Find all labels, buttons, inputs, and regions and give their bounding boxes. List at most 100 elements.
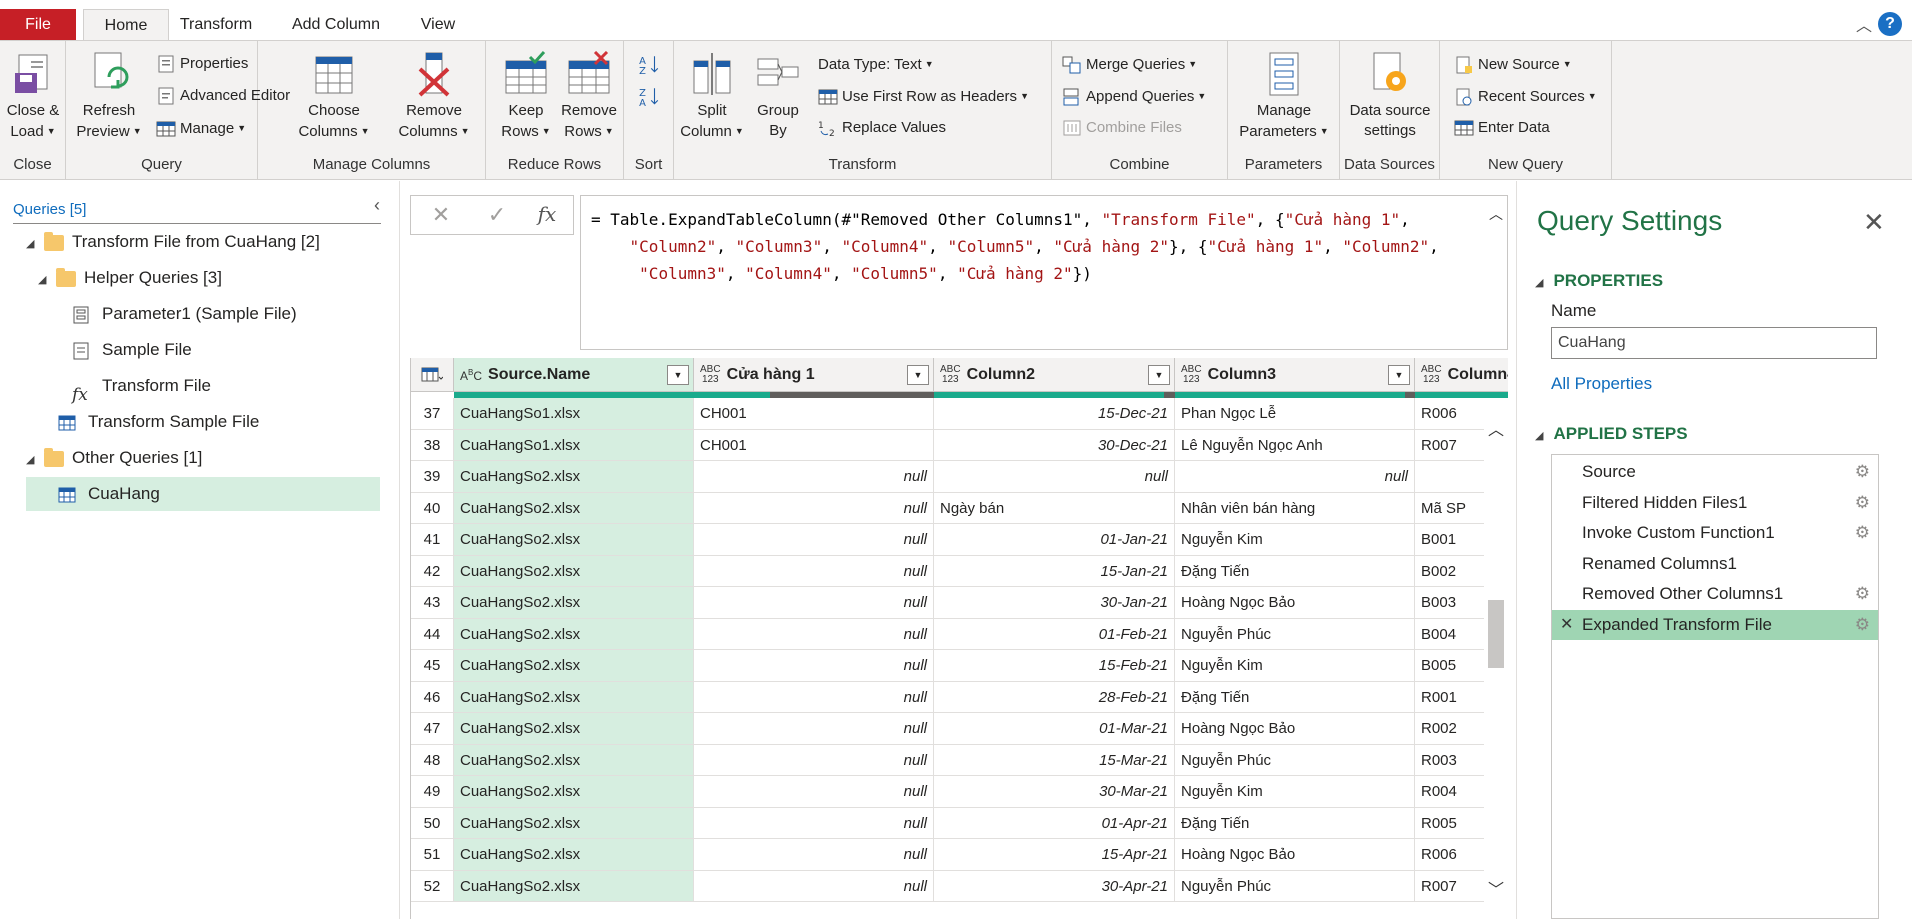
cell-cua-hang-1[interactable]: null (694, 587, 934, 619)
cell-source-name[interactable]: CuaHangSo1.xlsx (454, 429, 694, 461)
cell-source-name[interactable]: CuaHangSo2.xlsx (454, 524, 694, 556)
row-number[interactable]: 48 (411, 744, 454, 776)
row-number[interactable]: 47 (411, 713, 454, 745)
cell-source-name[interactable]: CuaHangSo2.xlsx (454, 618, 694, 650)
cell-source-name[interactable]: CuaHangSo2.xlsx (454, 681, 694, 713)
applied-step[interactable]: ✕ Expanded Transform File ⚙ (1552, 609, 1878, 640)
delete-step-icon[interactable]: ✕ (1560, 610, 1573, 640)
cell-column2[interactable]: 28-Feb-21 (934, 681, 1175, 713)
cell-cua-hang-1[interactable]: CH001 (694, 429, 934, 461)
gear-icon[interactable]: ⚙ (1855, 488, 1870, 518)
use-first-row-as-headers-button[interactable]: Use First Row as Headers ▼ (818, 83, 1029, 109)
formula-editor[interactable]: = Table.ExpandTableColumn(#"Removed Othe… (580, 195, 1508, 350)
row-number[interactable]: 46 (411, 681, 454, 713)
cell-cua-hang-1[interactable]: null (694, 807, 934, 839)
applied-step[interactable]: Renamed Columns1 (1552, 549, 1878, 579)
enter-data-button[interactable]: Enter Data (1454, 115, 1550, 141)
column-filter-dropdown[interactable]: ▼ (907, 365, 929, 385)
query-transform-file[interactable]: fx Transform File (72, 369, 211, 405)
tab-home[interactable]: Home (83, 9, 169, 40)
new-source-button[interactable]: New Source ▼ (1454, 51, 1572, 77)
close-load-button[interactable]: Close & Load ▼ (4, 51, 62, 142)
expand-triangle-icon[interactable]: ◢ (26, 227, 40, 261)
cell-cua-hang-1[interactable]: null (694, 524, 934, 556)
cell-column2[interactable]: 15-Apr-21 (934, 839, 1175, 871)
recent-sources-button[interactable]: Recent Sources ▼ (1454, 83, 1597, 109)
gear-icon[interactable]: ⚙ (1855, 610, 1870, 640)
cell-column3[interactable]: Hoàng Ngọc Bảo (1175, 713, 1415, 745)
row-number[interactable]: 43 (411, 587, 454, 619)
cell-cua-hang-1[interactable]: null (694, 776, 934, 808)
query-transform-sample-file[interactable]: Transform Sample File (58, 405, 259, 439)
cell-source-name[interactable]: CuaHangSo2.xlsx (454, 744, 694, 776)
applied-step[interactable]: Invoke Custom Function1 ⚙ (1552, 518, 1878, 548)
cell-column3[interactable]: Đặng Tiến (1175, 681, 1415, 713)
cell-column2[interactable]: 01-Jan-21 (934, 524, 1175, 556)
cell-cua-hang-1[interactable]: null (694, 681, 934, 713)
cell-source-name[interactable]: CuaHangSo2.xlsx (454, 650, 694, 682)
cell-column3[interactable]: Nguyễn Phúc (1175, 744, 1415, 776)
cell-cua-hang-1[interactable]: null (694, 555, 934, 587)
row-number[interactable]: 50 (411, 807, 454, 839)
cell-column2[interactable]: 30-Jan-21 (934, 587, 1175, 619)
query-group-helper-queries[interactable]: ◢ Helper Queries [3] (38, 261, 222, 295)
row-number[interactable]: 38 (411, 429, 454, 461)
query-name-input[interactable] (1551, 327, 1877, 359)
gear-icon[interactable]: ⚙ (1855, 457, 1870, 487)
cell-source-name[interactable]: CuaHangSo2.xlsx (454, 555, 694, 587)
cell-cua-hang-1[interactable]: null (694, 713, 934, 745)
row-number[interactable]: 37 (411, 398, 454, 430)
row-number[interactable]: 41 (411, 524, 454, 556)
all-properties-link[interactable]: All Properties (1551, 374, 1652, 394)
cell-column2[interactable]: Ngày bán (934, 492, 1175, 524)
expand-triangle-icon[interactable]: ◢ (38, 263, 52, 297)
query-cuahang[interactable]: CuaHang (26, 477, 380, 511)
keep-rows-button[interactable]: Keep Rows ▼ (498, 51, 554, 142)
query-group-other-queries[interactable]: ◢ Other Queries [1] (26, 441, 202, 475)
scroll-up-icon[interactable]: ︿ (1488, 416, 1504, 440)
cell-column2[interactable]: 15-Jan-21 (934, 555, 1175, 587)
column-header-source-name[interactable]: ABC Source.Name ▼ (454, 358, 694, 392)
tab-add-column[interactable]: Add Column (280, 9, 392, 40)
row-number[interactable]: 42 (411, 555, 454, 587)
query-parameter1[interactable]: Parameter1 (Sample File) (72, 297, 297, 331)
row-number[interactable]: 49 (411, 776, 454, 808)
close-icon[interactable]: ✕ (1863, 207, 1885, 238)
manage-parameters-button[interactable]: Manage Parameters ▼ (1238, 51, 1330, 142)
cell-cua-hang-1[interactable]: null (694, 618, 934, 650)
column-header-cua-hang-1[interactable]: ABC 123 Cửa hàng 1 ▼ (694, 358, 934, 392)
cell-cua-hang-1[interactable]: null (694, 744, 934, 776)
cell-source-name[interactable]: CuaHangSo2.xlsx (454, 807, 694, 839)
cell-column3[interactable]: Nguyễn Kim (1175, 524, 1415, 556)
applied-step[interactable]: Source ⚙ (1552, 457, 1878, 487)
cell-column3[interactable]: Nguyễn Phúc (1175, 618, 1415, 650)
merge-queries-button[interactable]: Merge Queries ▼ (1062, 51, 1197, 77)
tab-view[interactable]: View (408, 9, 468, 40)
tab-transform[interactable]: Transform (170, 9, 262, 40)
cell-column3[interactable]: Nhân viên bán hàng (1175, 492, 1415, 524)
table-menu-button[interactable] (411, 358, 454, 392)
cell-column2[interactable]: 15-Dec-21 (934, 398, 1175, 430)
cell-source-name[interactable]: CuaHangSo2.xlsx (454, 870, 694, 902)
cell-column2[interactable]: 30-Mar-21 (934, 776, 1175, 808)
cell-column2[interactable]: 01-Mar-21 (934, 713, 1175, 745)
data-type-dropdown[interactable]: Data Type: Text ▼ (818, 51, 934, 77)
collapse-queries-icon[interactable]: ‹ (374, 195, 380, 216)
collapse-formula-icon[interactable]: ︿ (1489, 204, 1503, 224)
append-queries-button[interactable]: Append Queries ▼ (1062, 83, 1206, 109)
cell-source-name[interactable]: CuaHangSo1.xlsx (454, 398, 694, 430)
grid-vertical-scrollbar[interactable]: ︿ ﹀ (1484, 414, 1508, 919)
cell-source-name[interactable]: CuaHangSo2.xlsx (454, 839, 694, 871)
refresh-preview-button[interactable]: Refresh Preview ▼ (76, 51, 142, 142)
cancel-formula-icon[interactable]: ✕ (421, 202, 461, 228)
cell-cua-hang-1[interactable]: null (694, 839, 934, 871)
cell-column2[interactable]: 01-Feb-21 (934, 618, 1175, 650)
row-number[interactable]: 52 (411, 870, 454, 902)
cell-source-name[interactable]: CuaHangSo2.xlsx (454, 713, 694, 745)
row-number[interactable]: 51 (411, 839, 454, 871)
column-header-column4[interactable]: ABC123Column4 (1415, 358, 1508, 392)
cell-column3[interactable]: Nguyễn Kim (1175, 650, 1415, 682)
column-header-column2[interactable]: ABC 123 Column2 ▼ (934, 358, 1175, 392)
cell-column2[interactable]: 01-Apr-21 (934, 807, 1175, 839)
cell-cua-hang-1[interactable]: null (694, 870, 934, 902)
